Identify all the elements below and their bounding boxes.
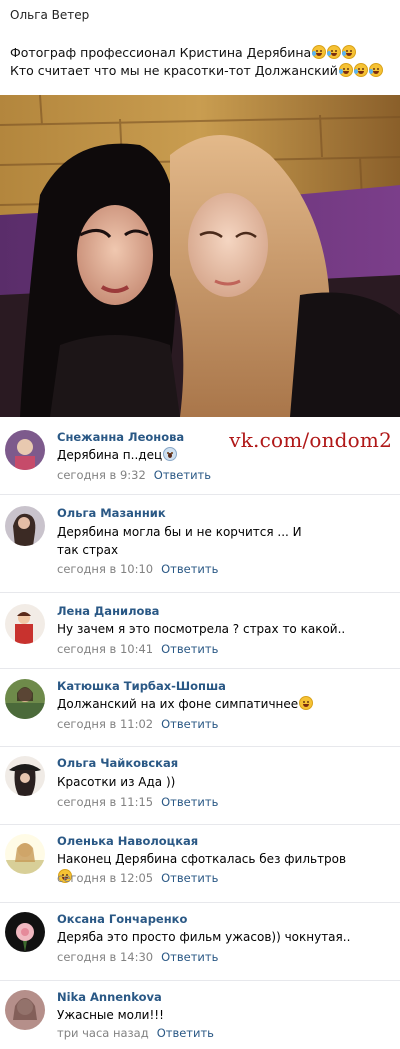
post-photo[interactable]	[0, 95, 400, 417]
avatar-image	[5, 604, 45, 644]
comment-meta: сегодня в 10:10 Ответить	[57, 562, 218, 576]
comment-time[interactable]: сегодня в 14:30	[57, 950, 153, 964]
comment-text: Красотки из Ада ))	[57, 775, 176, 789]
comment-author[interactable]: Катюшка Тирбах-Шопша	[57, 679, 226, 693]
comment-meta: сегодня в 11:15 Ответить	[57, 795, 218, 809]
comment-author[interactable]: Ольга Чайковская	[57, 756, 178, 770]
comment: Nika Annenkova Ужасные моли!!! три часа …	[0, 980, 400, 1048]
comment-author[interactable]: Ольга Мазанник	[57, 506, 166, 520]
post-author[interactable]: Ольга Ветер	[10, 8, 89, 22]
post-text: Фотограф профессионал Кристина Дерябина …	[10, 44, 395, 80]
laughing-tears-emoji-icon	[327, 45, 342, 59]
avatar-image	[5, 679, 45, 719]
laughing-tears-emoji-icon	[353, 63, 368, 77]
comment-text: Дерябина п..дец	[57, 446, 357, 464]
comment-time[interactable]: сегодня в 9:32	[57, 468, 146, 482]
avatar[interactable]	[5, 834, 45, 874]
avatar[interactable]	[5, 604, 45, 644]
reply-link[interactable]: Ответить	[161, 717, 218, 731]
avatar[interactable]	[5, 756, 45, 796]
comment-text: Дерябина могла бы и не корчится ... И та…	[57, 525, 302, 557]
avatar-image	[5, 912, 45, 952]
comment: Ольга Чайковская Красотки из Ада )) сего…	[0, 746, 400, 824]
smile-emoji-icon	[299, 696, 314, 710]
comment-author[interactable]: Снежанна Леонова	[57, 430, 184, 444]
post-text-line: Кто считает что мы не красотки-тот Должа…	[10, 62, 395, 80]
laughing-tears-emoji-icon	[368, 63, 383, 77]
comment: Оксана Гончаренко Деряба это просто филь…	[0, 902, 400, 980]
scream-emoji-icon	[163, 447, 178, 461]
avatar-image	[5, 430, 45, 470]
post-text-line: Фотограф профессионал Кристина Дерябина	[10, 44, 395, 62]
reply-link[interactable]: Ответить	[154, 468, 211, 482]
comment-text: Ужасные моли!!!	[57, 1008, 164, 1022]
avatar-image	[5, 756, 45, 796]
comment-meta: три часа назад Ответить	[57, 1026, 214, 1040]
comment: Оленька Наволоцкая Наконец Дерябина сфот…	[0, 824, 400, 902]
comment-text-body: Дерябина п..дец	[57, 448, 163, 462]
comment-text-body: Наконец Дерябина сфоткалась без фильтров	[57, 852, 347, 866]
comment-time[interactable]: сегодня в 11:15	[57, 795, 153, 809]
avatar-image	[5, 834, 45, 874]
comment-time[interactable]: сегодня в 12:05	[57, 871, 153, 885]
comment-text: Ну зачем я это посмотрела ? страх то как…	[57, 622, 346, 636]
comment-meta: сегодня в 11:02 Ответить	[57, 717, 218, 731]
post-text-line-2: Кто считает что мы не красотки-тот Должа…	[10, 63, 338, 78]
comment-text: Должанский на их фоне симпатичнее	[57, 695, 357, 713]
comment-author[interactable]: Оксана Гончаренко	[57, 912, 187, 926]
post-text-line-1: Фотограф профессионал Кристина Дерябина	[10, 45, 312, 60]
comment-text: Деряба это просто фильм ужасов)) чокнута…	[57, 930, 351, 944]
avatar[interactable]	[5, 990, 45, 1030]
reply-link[interactable]: Ответить	[161, 871, 218, 885]
post-photo-image	[0, 95, 400, 417]
comment-meta: сегодня в 14:30 Ответить	[57, 950, 218, 964]
comment-meta: сегодня в 9:32 Ответить	[57, 468, 211, 482]
reply-link[interactable]: Ответить	[161, 642, 218, 656]
reply-link[interactable]: Ответить	[161, 795, 218, 809]
reply-link[interactable]: Ответить	[161, 562, 218, 576]
comment-time[interactable]: сегодня в 11:02	[57, 717, 153, 731]
comment: Снежанна Леонова Дерябина п..дец сегодня…	[0, 418, 400, 494]
comment-meta: сегодня в 12:05 Ответить	[57, 871, 218, 885]
comment: Лена Данилова Ну зачем я это посмотрела …	[0, 592, 400, 668]
avatar-image	[5, 506, 45, 546]
comment-time[interactable]: сегодня в 10:41	[57, 642, 153, 656]
reply-link[interactable]: Ответить	[157, 1026, 214, 1040]
comment: Катюшка Тирбах-Шопша Должанский на их фо…	[0, 668, 400, 746]
laughing-tears-emoji-icon	[338, 63, 353, 77]
comment-author[interactable]: Лена Данилова	[57, 604, 159, 618]
comment-author[interactable]: Nika Annenkova	[57, 990, 162, 1004]
comment-text-body: Должанский на их фоне симпатичнее	[57, 697, 299, 711]
avatar[interactable]	[5, 912, 45, 952]
reply-link[interactable]: Ответить	[161, 950, 218, 964]
avatar[interactable]	[5, 430, 45, 470]
comment-time[interactable]: сегодня в 10:10	[57, 562, 153, 576]
avatar[interactable]	[5, 679, 45, 719]
comment: Ольга Мазанник Дерябина могла бы и не ко…	[0, 494, 400, 592]
laughing-tears-emoji-icon	[312, 45, 327, 59]
avatar-image	[5, 990, 45, 1030]
comment-meta: сегодня в 10:41 Ответить	[57, 642, 218, 656]
laughing-tears-emoji-icon	[342, 45, 357, 59]
avatar[interactable]	[5, 506, 45, 546]
comment-author[interactable]: Оленька Наволоцкая	[57, 834, 198, 848]
comment-time[interactable]: три часа назад	[57, 1026, 149, 1040]
